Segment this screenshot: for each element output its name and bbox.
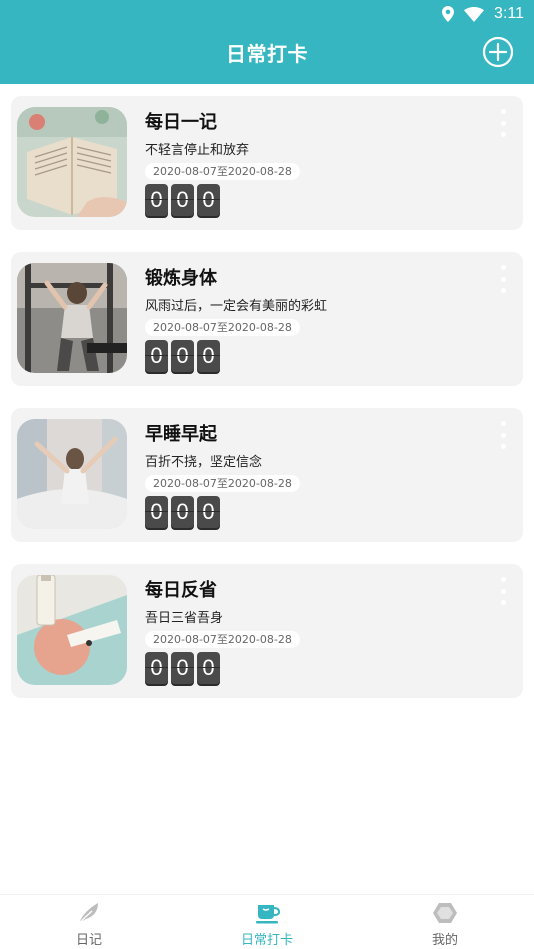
- status-bar: 3:11: [0, 0, 534, 28]
- gym-workout-photo: [17, 263, 127, 373]
- counter-digit: 0: [145, 496, 168, 528]
- page-title: 日常打卡: [226, 42, 308, 66]
- card-image-book: [17, 107, 127, 217]
- counter-digit: 0: [145, 184, 168, 216]
- date-range: 2020-08-07至2020-08-28: [145, 631, 300, 648]
- counter-digit: 0: [197, 184, 220, 216]
- card-image-morning: [17, 419, 127, 529]
- card-image-gym: [17, 263, 127, 373]
- date-range: 2020-08-07至2020-08-28: [145, 319, 300, 336]
- bottom-nav: 日记 日常打卡 我的: [0, 894, 534, 949]
- day-counter: 0 0 0: [145, 652, 220, 684]
- nav-item-profile[interactable]: 我的: [356, 895, 534, 949]
- date-range: 2020-08-07至2020-08-28: [145, 163, 300, 180]
- card-title: 早睡早起: [145, 424, 217, 445]
- date-range: 2020-08-07至2020-08-28: [145, 475, 300, 492]
- counter-digit: 0: [171, 340, 194, 372]
- card-subtitle: 不轻言停止和放弃: [145, 143, 250, 158]
- nav-label: 日记: [75, 933, 102, 948]
- more-options-icon[interactable]: [497, 576, 509, 606]
- day-counter: 0 0 0: [145, 184, 220, 216]
- feather-icon: [78, 903, 98, 924]
- day-counter: 0 0 0: [145, 340, 220, 372]
- checkin-card[interactable]: 每日一记 不轻言停止和放弃 2020-08-07至2020-08-28 0 0 …: [11, 96, 523, 230]
- counter-digit: 0: [171, 184, 194, 216]
- hexagon-icon: [433, 903, 457, 923]
- location-icon: [442, 6, 455, 22]
- checkin-list: 每日一记 不轻言停止和放弃 2020-08-07至2020-08-28 0 0 …: [0, 84, 534, 894]
- checkin-card[interactable]: 早睡早起 百折不挠，坚定信念 2020-08-07至2020-08-28 0 0…: [11, 408, 523, 542]
- counter-digit: 0: [171, 496, 194, 528]
- cup-icon: [256, 905, 280, 924]
- counter-digit: 0: [171, 652, 194, 684]
- more-options-icon[interactable]: [497, 264, 509, 294]
- app-bar: 日常打卡: [0, 28, 534, 84]
- card-subtitle: 百折不挠，坚定信念: [145, 455, 263, 470]
- nav-label: 我的: [431, 933, 458, 948]
- card-subtitle: 风雨过后，一定会有美丽的彩虹: [145, 299, 328, 314]
- card-title: 锻炼身体: [145, 268, 217, 289]
- status-icons: 3:11: [442, 4, 524, 24]
- plus-circle-icon: [482, 36, 514, 68]
- card-image-cosmetics: [17, 575, 127, 685]
- nav-item-checkin[interactable]: 日常打卡: [178, 895, 356, 949]
- day-counter: 0 0 0: [145, 496, 220, 528]
- checkin-card[interactable]: 每日反省 吾日三省吾身 2020-08-07至2020-08-28 0 0 0: [11, 564, 523, 698]
- counter-digit: 0: [197, 340, 220, 372]
- counter-digit: 0: [197, 496, 220, 528]
- more-options-icon[interactable]: [497, 108, 509, 138]
- open-book-photo: [17, 107, 127, 217]
- counter-digit: 0: [145, 340, 168, 372]
- more-options-icon[interactable]: [497, 420, 509, 450]
- checkin-card[interactable]: 锻炼身体 风雨过后，一定会有美丽的彩虹 2020-08-07至2020-08-2…: [11, 252, 523, 386]
- morning-stretch-photo: [17, 419, 127, 529]
- wifi-icon: [464, 6, 485, 22]
- add-button[interactable]: [482, 36, 514, 68]
- status-time: 3:11: [494, 5, 524, 22]
- nav-item-diary[interactable]: 日记: [0, 895, 178, 949]
- card-title: 每日一记: [145, 112, 217, 133]
- counter-digit: 0: [197, 652, 220, 684]
- nav-label: 日常打卡: [240, 933, 293, 948]
- counter-digit: 0: [145, 652, 168, 684]
- card-title: 每日反省: [145, 580, 217, 601]
- card-subtitle: 吾日三省吾身: [145, 611, 224, 626]
- cosmetics-flatlay-photo: [17, 575, 127, 685]
